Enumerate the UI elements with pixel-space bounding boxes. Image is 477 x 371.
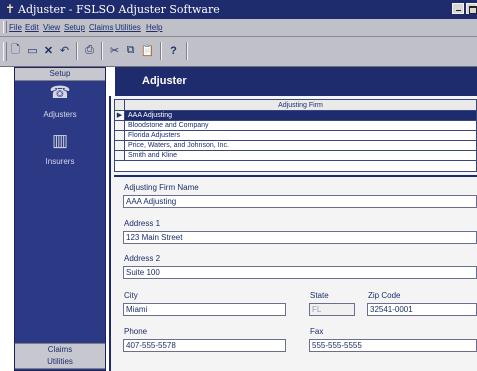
menu-utilities[interactable]: Utilities <box>115 22 141 33</box>
toolbar-separator <box>76 42 78 60</box>
save-button[interactable]: ▭ <box>25 43 40 58</box>
maximize-button[interactable] <box>466 3 477 14</box>
state-label: State <box>310 291 329 300</box>
cut-button[interactable]: ✂ <box>107 43 122 58</box>
fax-label: Fax <box>310 327 324 336</box>
city-field[interactable]: Miami <box>123 303 286 316</box>
help-icon: ? <box>170 44 177 57</box>
delete-button[interactable]: ✕ <box>41 43 56 58</box>
minimize-button[interactable] <box>452 3 464 14</box>
address1-label: Address 1 <box>124 219 161 228</box>
sidebar-item-adjusters[interactable]: Adjusters <box>15 110 105 119</box>
address2-label: Address 2 <box>124 254 161 263</box>
zip-code-field[interactable]: 32541-0001 <box>367 303 477 316</box>
row-selector[interactable] <box>115 151 125 161</box>
undo-icon: ↶ <box>59 45 70 57</box>
paste-icon: 📋 <box>140 45 155 57</box>
menu-bar: File Edit View Setup Claims Utilities He… <box>0 19 477 37</box>
sidebar-utilities-header[interactable]: Utilities <box>15 356 105 369</box>
table-row[interactable]: AAA Adjusting <box>125 111 476 121</box>
cut-icon: ✂ <box>109 45 120 57</box>
phone-field[interactable]: 407-555-5578 <box>123 339 286 352</box>
phone-label: Phone <box>124 327 148 336</box>
print-button[interactable]: ⎙ <box>82 43 97 58</box>
sidebar-item-insurers[interactable]: Insurers <box>15 157 105 166</box>
toolbar: 🗋 ▭ ✕ ↶ ⎙ ✂ ⧉ 📋 ? <box>0 37 477 67</box>
help-button[interactable]: ? <box>166 43 181 58</box>
section-divider <box>114 175 477 177</box>
row-selector[interactable] <box>115 141 125 151</box>
delete-icon: ✕ <box>43 45 54 57</box>
menu-claims[interactable]: Claims <box>89 22 113 33</box>
save-icon: ▭ <box>27 45 38 57</box>
city-label: City <box>124 291 138 300</box>
paste-button[interactable]: 📋 <box>140 43 155 58</box>
menu-setup[interactable]: Setup <box>64 22 85 33</box>
adjusters-icon[interactable]: ☎ <box>15 83 105 103</box>
firm-name-label: Adjusting Firm Name <box>124 183 199 192</box>
page-title: Adjuster <box>142 75 187 87</box>
insurers-icon[interactable]: ▥ <box>15 131 105 151</box>
zip-code-label: Zip Code <box>368 291 401 300</box>
menu-help[interactable]: Help <box>146 22 162 33</box>
grid-corner <box>115 100 125 111</box>
minimize-icon <box>456 10 461 11</box>
print-icon: ⎙ <box>85 44 94 56</box>
row-selector[interactable]: ▶ <box>115 111 125 121</box>
state-field[interactable]: FL <box>309 303 355 316</box>
menu-grip <box>3 21 7 33</box>
address2-field[interactable]: Suite 100 <box>123 266 477 279</box>
address1-field[interactable]: 123 Main Street <box>123 231 477 244</box>
table-row[interactable]: Price, Waters, and Johnson, Inc. <box>125 141 476 151</box>
toolbar-separator <box>160 42 162 60</box>
sidebar-claims-header[interactable]: Claims <box>15 343 105 357</box>
window-title: Adjuster - FSLSO Adjuster Software <box>18 3 220 16</box>
maximize-icon <box>469 6 477 14</box>
undo-button[interactable]: ↶ <box>57 43 72 58</box>
menu-view[interactable]: View <box>43 22 60 33</box>
app-icon: ✝ <box>5 2 16 16</box>
table-row[interactable]: Florida Adjusters <box>125 131 476 141</box>
new-button[interactable]: 🗋 <box>8 43 23 58</box>
table-row[interactable]: Bloodstone and Company <box>125 121 476 131</box>
new-document-icon: 🗋 <box>11 44 20 56</box>
table-row[interactable]: Smith and Kline <box>125 151 476 161</box>
row-selector[interactable] <box>115 131 125 141</box>
toolbar-separator <box>101 42 103 60</box>
fax-field[interactable]: 555-555-5555 <box>309 339 477 352</box>
sidebar-setup-header[interactable]: Setup <box>15 68 105 81</box>
grid-column-header[interactable]: Adjusting Firm <box>125 100 476 111</box>
row-selector[interactable] <box>115 121 125 131</box>
menu-edit[interactable]: Edit <box>25 22 39 33</box>
adjusting-firm-grid: Adjusting Firm ▶ AAA Adjusting Bloodston… <box>114 99 477 172</box>
current-row-icon: ▶ <box>116 112 123 119</box>
toolbar-separator <box>186 42 188 60</box>
toolbar-grip <box>3 42 7 61</box>
firm-name-field[interactable]: AAA Adjusting <box>123 195 477 208</box>
copy-icon: ⧉ <box>126 44 135 56</box>
copy-button[interactable]: ⧉ <box>123 43 138 58</box>
sidebar: Setup ☎ Adjusters ▥ Insurers Claims Util… <box>14 67 106 371</box>
menu-file[interactable]: File <box>9 22 22 33</box>
